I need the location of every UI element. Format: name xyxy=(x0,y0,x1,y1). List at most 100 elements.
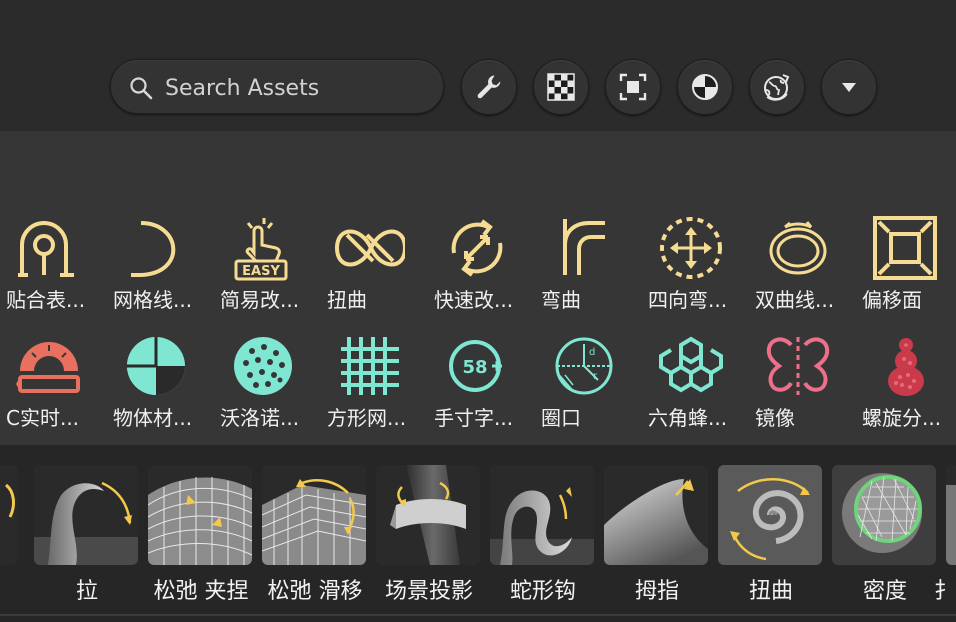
wrench-icon xyxy=(477,75,501,99)
grid-item-square-grid[interactable]: 方形网... xyxy=(321,319,428,437)
globe-icon xyxy=(764,74,790,101)
brush-thumbnail xyxy=(832,465,936,565)
grid-item-label: 圈口 xyxy=(541,406,581,430)
grid-item-label: 镜像 xyxy=(755,406,795,430)
grid-item-mirror[interactable]: 镜像 xyxy=(749,319,856,437)
brush-thumbnail xyxy=(946,465,956,565)
top-toolbar xyxy=(0,0,956,131)
dropdown-arrow-icon xyxy=(842,83,856,92)
grid-item-label: 简易改... xyxy=(220,288,300,312)
svg-text:58: 58 xyxy=(462,357,487,378)
grid-item-label: 贴合表... xyxy=(6,288,86,312)
grid-item-easy-modify[interactable]: EASY 简易改... xyxy=(214,201,321,319)
brush-strip: 拉 松弛 夹捏 松弛 滑移 场景投影 蛇形钩 拇指 扭曲 密度 扌 xyxy=(0,445,956,622)
brush-thumbnail xyxy=(34,465,138,565)
grid-item-object-material[interactable]: 物体材... xyxy=(107,319,214,437)
grid-item-text-size[interactable]: 58 手寸字... xyxy=(428,319,535,437)
brush-label: 扌 xyxy=(934,579,956,604)
strip-divider xyxy=(0,614,956,616)
grid-item-four-way-bend[interactable]: 四向弯... xyxy=(642,201,749,319)
brush-label: 拉 xyxy=(75,579,98,604)
material-button[interactable] xyxy=(677,59,733,115)
twist-brush-icon xyxy=(718,465,822,565)
globe-button[interactable] xyxy=(749,59,805,115)
grid-item-label: 六角蜂... xyxy=(648,406,728,430)
grid-item-hexagon-honeycomb[interactable]: 六角蜂... xyxy=(642,319,749,437)
grid-item-twist[interactable]: 扭曲 xyxy=(321,201,428,319)
checkerboard-icon xyxy=(547,73,575,101)
brush-thumbnail xyxy=(604,465,708,565)
search-box[interactable] xyxy=(110,59,444,114)
brush-label: 场景投影 xyxy=(384,579,473,604)
grid-item-mesh-curve[interactable]: 网格线... xyxy=(107,201,214,319)
grid-item-label: 双曲线... xyxy=(755,288,835,312)
tools-button[interactable] xyxy=(461,59,517,115)
grid-item-protractor[interactable]: C实时... xyxy=(0,319,107,437)
pull-brush-icon xyxy=(34,481,138,565)
brush-item-scene-projection[interactable]: 场景投影 xyxy=(376,465,482,619)
grid-item-double-curve[interactable]: 双曲线... xyxy=(749,201,856,319)
partial-brush-icon xyxy=(946,485,956,565)
brush-thumbnail xyxy=(718,465,822,565)
svg-text:d: d xyxy=(589,347,595,358)
brush-label: 扭曲 xyxy=(748,579,793,604)
relax-slide-icon xyxy=(262,479,366,565)
grid-item-quick-modify[interactable]: 快速改... xyxy=(428,201,535,319)
partial-brush-icon xyxy=(4,483,15,518)
grid-item-label: 快速改... xyxy=(434,288,514,312)
grid-item-label: 网格线... xyxy=(113,288,193,312)
thumb-brush-icon xyxy=(604,479,708,565)
checkerboard-button[interactable] xyxy=(533,59,589,115)
relax-pinch-icon xyxy=(148,477,252,565)
more-options-button[interactable] xyxy=(821,59,877,115)
grid-item-label: 手寸字... xyxy=(434,406,514,430)
brush-item-twist[interactable]: 扭曲 xyxy=(718,465,824,619)
panel-band xyxy=(0,131,956,201)
grid-item-bend[interactable]: 弯曲 xyxy=(535,201,642,319)
double-curve-icon xyxy=(769,221,827,275)
brush-label: 拇指 xyxy=(634,579,679,604)
object-material-icon xyxy=(127,337,185,395)
brush-item-relax-slide[interactable]: 松弛 滑移 xyxy=(262,465,368,619)
twist-icon xyxy=(335,229,405,267)
grid-item-voronoi[interactable]: 沃洛诺... xyxy=(214,319,321,437)
brush-item[interactable] xyxy=(0,465,20,619)
grid-item-offset-face[interactable]: 偏移面 xyxy=(856,201,956,319)
grid-item-fit-surface[interactable]: 贴合表... xyxy=(0,201,107,319)
easy-modify-icon: EASY xyxy=(234,218,288,281)
search-input[interactable] xyxy=(163,70,427,106)
search-icon xyxy=(130,77,153,100)
protractor-icon xyxy=(16,342,80,393)
brush-item-density[interactable]: 密度 xyxy=(832,465,938,619)
material-sphere-icon xyxy=(692,74,718,100)
brush-item-relax-pinch[interactable]: 松弛 夹捏 xyxy=(148,465,254,619)
brush-thumbnail xyxy=(262,465,366,565)
asset-panel: 贴合表... 网格线... EASY 简易改... xyxy=(0,0,956,622)
grid-item-spiral-split[interactable]: 螺旋分... xyxy=(856,319,956,437)
grid-item-label: 四向弯... xyxy=(648,288,728,312)
frame-button[interactable] xyxy=(605,59,661,115)
hexagon-honeycomb-icon xyxy=(659,336,723,393)
grid-item-label: 沃洛诺... xyxy=(220,406,300,430)
brush-item-thumb[interactable]: 拇指 xyxy=(604,465,710,619)
grid-item-label: 扭曲 xyxy=(327,288,367,312)
grid-item-ring[interactable]: d r 圈口 xyxy=(535,319,642,437)
brush-thumbnail xyxy=(376,465,480,565)
frame-icon xyxy=(619,73,647,101)
brush-label: 松弛 夹捏 xyxy=(153,579,249,604)
grid-item-label: 弯曲 xyxy=(541,288,581,312)
fit-surface-icon xyxy=(18,221,74,277)
brush-label: 松弛 滑移 xyxy=(267,579,363,604)
grid-item-label: C实时... xyxy=(6,406,80,430)
brush-item[interactable]: 扌 xyxy=(934,465,956,619)
voronoi-icon xyxy=(234,337,292,395)
density-brush-icon xyxy=(832,465,936,565)
brush-item-snake-hook[interactable]: 蛇形钩 xyxy=(490,465,596,619)
grid-item-label: 方形网... xyxy=(327,406,407,430)
brush-item-pull[interactable]: 拉 xyxy=(34,465,140,619)
offset-face-icon xyxy=(873,216,937,280)
svg-text:EASY: EASY xyxy=(242,264,280,279)
grid-item-label: 偏移面 xyxy=(862,288,922,312)
four-way-bend-icon xyxy=(660,217,722,279)
brush-thumbnail xyxy=(0,465,18,565)
